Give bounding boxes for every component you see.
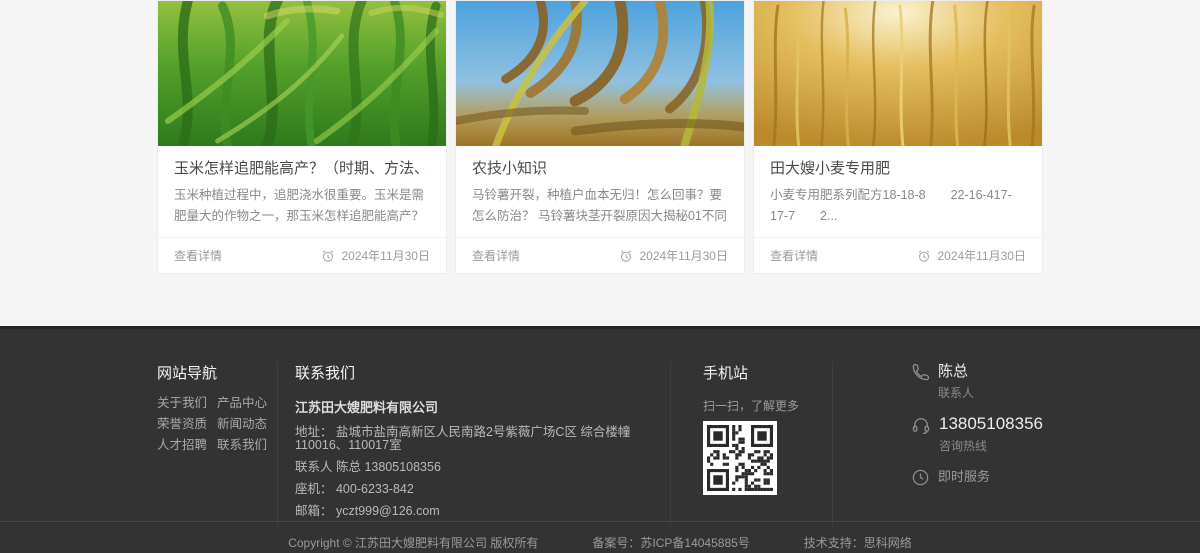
- news-card-wheat-fertilizer[interactable]: 田大嫂小麦专用肥 小麦专用肥系列配方18-18-8 22-16-417-17-7…: [753, 0, 1043, 274]
- copyright-text: Copyright © 江苏田大嫂肥料有限公司 版权所有: [288, 534, 538, 551]
- quick-service-row: 即时服务: [911, 467, 1043, 487]
- footer-contact-column: 联系我们 江苏田大嫂肥料有限公司 地址： 盐城市盐南高新区人民南路2号紫薇广场C…: [277, 362, 670, 527]
- news-card-body: 玉米怎样追肥能高产？（时期、方法、次数、数量... 玉米种植过程中，追肥浇水很重…: [158, 146, 446, 237]
- footer-link-contact[interactable]: 联系我们: [217, 439, 277, 452]
- footer-link-careers[interactable]: 人才招聘: [157, 439, 217, 452]
- view-details-link[interactable]: 查看详情: [770, 247, 818, 264]
- footer-mobile-heading: 手机站: [703, 362, 832, 383]
- view-details-link[interactable]: 查看详情: [472, 247, 520, 264]
- news-card-agritech[interactable]: 农技小知识 马铃薯开裂，种植户血本无归！怎么回事？要怎么防治？ 马铃薯块茎开裂原…: [455, 0, 745, 274]
- news-card-date: 2024年11月30日: [917, 247, 1026, 264]
- quick-hotline-label: 咨询热线: [939, 437, 1043, 454]
- alarm-clock-icon: [321, 249, 335, 263]
- view-details-link[interactable]: 查看详情: [174, 247, 222, 264]
- qr-code: [703, 421, 777, 495]
- quick-person-label: 联系人: [938, 384, 974, 401]
- news-card-title: 玉米怎样追肥能高产？（时期、方法、次数、数量...: [174, 158, 430, 180]
- news-card-footer: 查看详情 2024年11月30日: [456, 237, 744, 273]
- news-card-title: 农技小知识: [472, 158, 728, 180]
- news-card-excerpt: 玉米种植过程中，追肥浇水很重要。玉米是需肥量大的作物之一，那玉米怎样追肥能高产？…: [174, 185, 430, 227]
- icp-record-text: 备案号：苏ICP备14045885号: [592, 534, 749, 551]
- qr-scan-tip: 扫一扫，了解更多: [703, 397, 832, 414]
- news-card-excerpt: 小麦专用肥系列配方18-18-8 22-16-417-17-7 2...: [770, 185, 1026, 227]
- news-section: 玉米怎样追肥能高产？（时期、方法、次数、数量... 玉米种植过程中，追肥浇水很重…: [0, 0, 1200, 326]
- corn-field-photo: [158, 1, 446, 146]
- quick-person-row: 陈总 联系人: [911, 362, 1043, 401]
- footer-link-news[interactable]: 新闻动态: [217, 418, 277, 431]
- tech-support-text: 技术支持：思科网络: [804, 534, 912, 551]
- quick-person-name: 陈总: [938, 362, 974, 381]
- news-card-body: 田大嫂小麦专用肥 小麦专用肥系列配方18-18-8 22-16-417-17-7…: [754, 146, 1042, 237]
- company-name: 江苏田大嫂肥料有限公司: [295, 397, 654, 416]
- footer-link-products[interactable]: 产品中心: [217, 397, 277, 410]
- quick-hotline-number: 13805108356: [939, 414, 1043, 434]
- rice-ears-photo: [456, 1, 744, 146]
- contact-person: 联系人 陈总 13805108356: [295, 461, 654, 474]
- contact-email: 邮箱： yczt999@126.com: [295, 505, 654, 518]
- news-card-corn[interactable]: 玉米怎样追肥能高产？（时期、方法、次数、数量... 玉米种植过程中，追肥浇水很重…: [157, 0, 447, 274]
- contact-address: 地址： 盐城市盐南高新区人民南路2号紫薇广场C区 综合楼幢110016、1100…: [295, 426, 654, 452]
- footer-nav-links: 关于我们 产品中心 荣誉资质 新闻动态 人才招聘 联系我们: [157, 397, 277, 452]
- qr-pattern: [707, 425, 773, 491]
- footer-quick-contact-column: 陈总 联系人 13805108356 咨询热线: [832, 362, 1043, 527]
- footer: 网站导航 关于我们 产品中心 荣誉资质 新闻动态 人才招聘 联系我们 联系我们 …: [0, 326, 1200, 521]
- phone-handset-icon: [911, 363, 930, 382]
- news-card-title: 田大嫂小麦专用肥: [770, 158, 1026, 180]
- headset-icon: [911, 415, 931, 435]
- quick-hotline-row: 13805108356 咨询热线: [911, 414, 1043, 454]
- news-card-date: 2024年11月30日: [619, 247, 728, 264]
- footer-mobile-column: 手机站 扫一扫，了解更多: [670, 362, 832, 527]
- footer-link-honors[interactable]: 荣誉资质: [157, 418, 217, 431]
- alarm-clock-icon: [619, 249, 633, 263]
- footer-contact-heading: 联系我们: [295, 362, 654, 383]
- quick-service-label: 即时服务: [938, 467, 990, 487]
- contact-landline: 座机： 400-6233-842: [295, 483, 654, 496]
- news-card-footer: 查看详情 2024年11月30日: [158, 237, 446, 273]
- clock-icon: [911, 468, 930, 487]
- footer-nav-column: 网站导航 关于我们 产品中心 荣誉资质 新闻动态 人才招聘 联系我们: [157, 362, 277, 527]
- news-card-body: 农技小知识 马铃薯开裂，种植户血本无归！怎么回事？要怎么防治？ 马铃薯块茎开裂原…: [456, 146, 744, 237]
- news-card-list: 玉米怎样追肥能高产？（时期、方法、次数、数量... 玉米种植过程中，追肥浇水很重…: [157, 0, 1043, 274]
- footer-link-about[interactable]: 关于我们: [157, 397, 217, 410]
- alarm-clock-icon: [917, 249, 931, 263]
- footer-nav-heading: 网站导航: [157, 362, 277, 383]
- news-card-footer: 查看详情 2024年11月30日: [754, 237, 1042, 273]
- news-card-date: 2024年11月30日: [321, 247, 430, 264]
- wheat-field-photo: [754, 1, 1042, 146]
- news-card-excerpt: 马铃薯开裂，种植户血本无归！怎么回事？要怎么防治？ 马铃薯块茎开裂原因大揭秘01…: [472, 185, 728, 227]
